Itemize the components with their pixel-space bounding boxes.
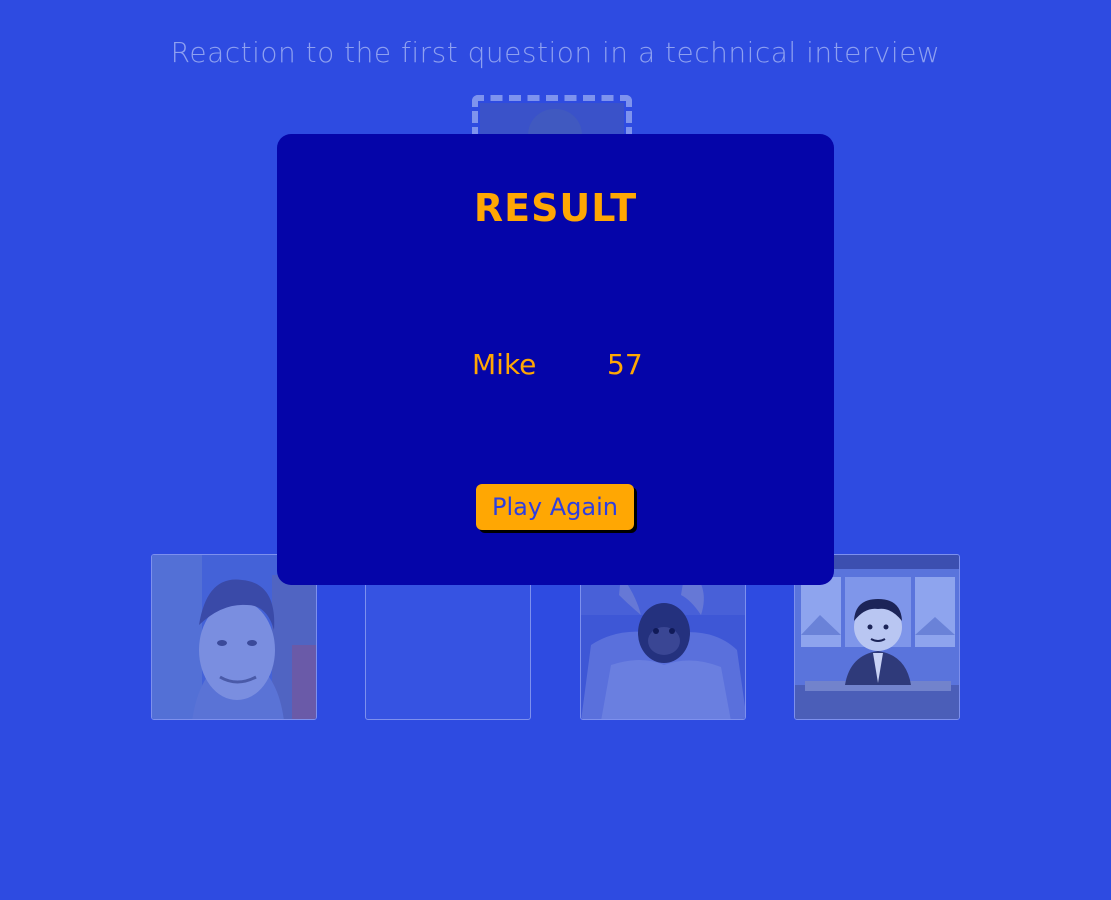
result-title: RESULT	[473, 186, 638, 230]
play-again-button[interactable]: Play Again	[476, 484, 634, 530]
player-name: Mike	[472, 348, 537, 381]
result-modal: RESULT Mike 57 Play Again	[277, 134, 834, 585]
player-score: 57	[607, 348, 643, 381]
question-prompt: Reaction to the first question in a tech…	[170, 36, 941, 69]
player-score-row: Mike 57	[472, 348, 643, 388]
